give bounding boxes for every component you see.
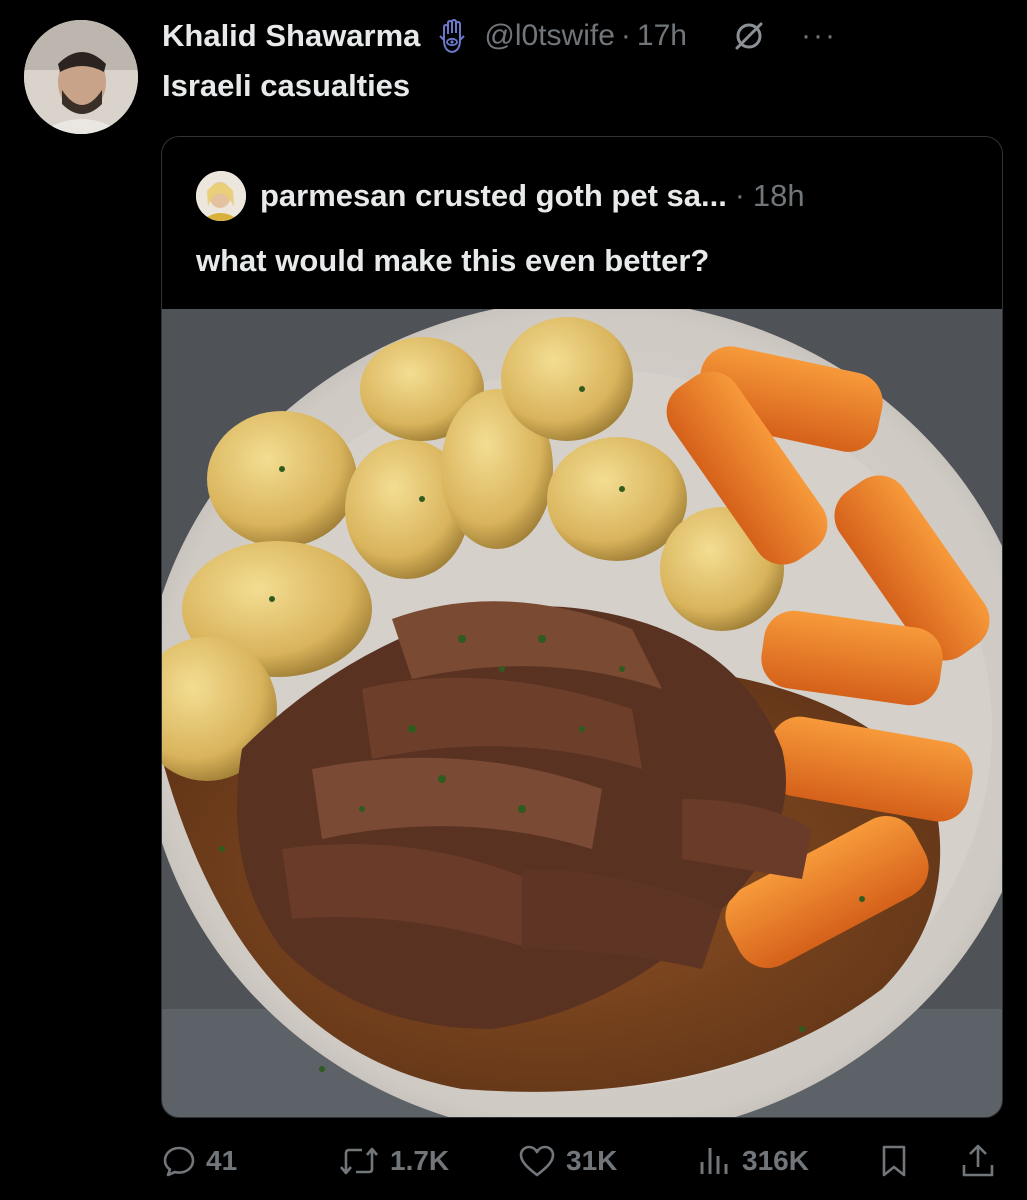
quoted-tweet-text: what would make this even better? bbox=[196, 243, 710, 278]
tweet-header: Khalid Shawarma @l0tswife · 17h ··· bbox=[162, 14, 1007, 58]
heart-icon bbox=[519, 1145, 555, 1177]
quoted-post-time[interactable]: 18h bbox=[753, 178, 805, 214]
share-icon bbox=[962, 1144, 994, 1177]
like-count: 31K bbox=[566, 1145, 618, 1176]
action-bar: 41 1.7K 31K 316K bbox=[162, 1134, 1002, 1188]
reply-count: 41 bbox=[206, 1145, 238, 1176]
repost-button[interactable]: 1.7K bbox=[338, 1144, 449, 1178]
author-handle[interactable]: @l0tswife bbox=[484, 19, 615, 53]
author-avatar[interactable] bbox=[24, 20, 138, 134]
quoted-header: parmesan crusted goth pet sa... · 18h bbox=[196, 171, 805, 221]
hamsa-icon bbox=[434, 18, 470, 54]
quoted-time-separator: · bbox=[734, 179, 745, 212]
repost-icon bbox=[340, 1147, 378, 1175]
quoted-author-name[interactable]: parmesan crusted goth pet sa... bbox=[260, 178, 727, 214]
post-time[interactable]: 17h bbox=[637, 19, 687, 53]
repost-count: 1.7K bbox=[390, 1145, 450, 1176]
avatar-image bbox=[24, 20, 138, 134]
grok-icon[interactable] bbox=[733, 20, 765, 52]
share-button[interactable] bbox=[960, 1143, 996, 1179]
views-count: 316K bbox=[742, 1145, 809, 1176]
views-button[interactable]: 316K bbox=[696, 1144, 809, 1178]
author-name[interactable]: Khalid Shawarma bbox=[162, 18, 420, 54]
reply-icon bbox=[163, 1146, 195, 1177]
tweet-text: Israeli casualties bbox=[162, 68, 411, 103]
time-separator: · bbox=[620, 19, 631, 52]
reply-button[interactable]: 41 bbox=[162, 1144, 237, 1178]
more-options-icon[interactable]: ··· bbox=[801, 21, 837, 51]
quoted-tweet[interactable]: parmesan crusted goth pet sa... · 18h wh… bbox=[161, 136, 1003, 1118]
views-icon bbox=[700, 1148, 728, 1174]
bookmark-button[interactable] bbox=[878, 1143, 910, 1179]
quoted-media-image[interactable] bbox=[162, 299, 1002, 1117]
quoted-author-avatar bbox=[196, 171, 246, 221]
bookmark-icon bbox=[882, 1145, 906, 1177]
like-button[interactable]: 31K bbox=[518, 1144, 617, 1178]
